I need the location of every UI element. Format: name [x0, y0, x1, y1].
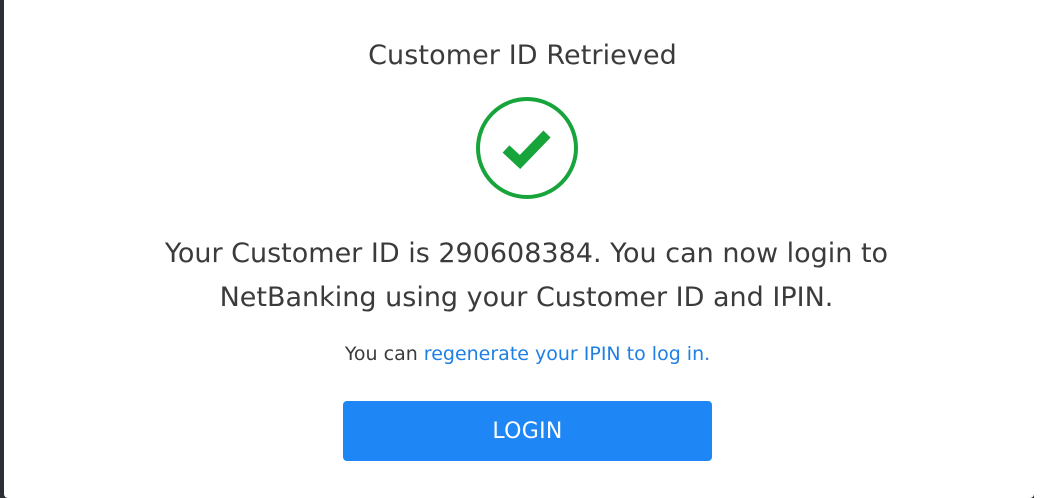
regenerate-ipin-link[interactable]: regenerate your IPIN to log in. [424, 343, 710, 365]
check-circle-icon [476, 97, 578, 199]
regenerate-hint: You can regenerate your IPIN to log in. [0, 343, 1045, 365]
hint-prefix: You can [344, 343, 424, 365]
message-line-1: Your Customer ID is 290608384. You can n… [164, 238, 889, 269]
customer-id-message: Your Customer ID is 290608384. You can n… [0, 232, 1045, 320]
dialog-title: Customer ID Retrieved [368, 40, 677, 71]
login-button[interactable]: LOGIN [343, 401, 712, 461]
message-line-2: NetBanking using your Customer ID and IP… [219, 282, 834, 313]
